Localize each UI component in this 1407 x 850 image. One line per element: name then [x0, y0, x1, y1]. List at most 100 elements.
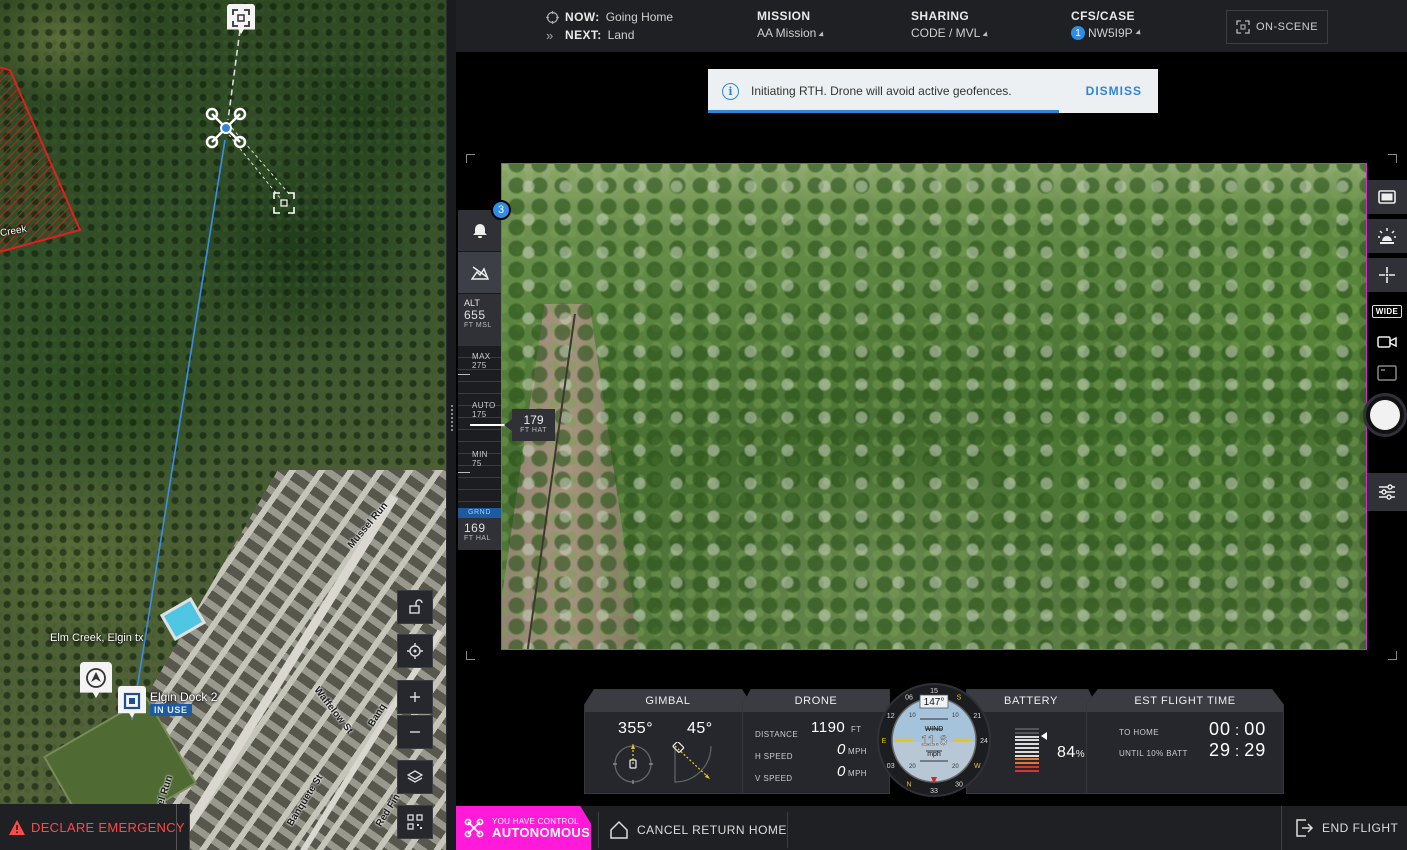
cfs-value: NW5I9P	[1088, 26, 1133, 40]
drone-icon	[464, 818, 484, 838]
battery-bar-segment	[1015, 758, 1039, 761]
picture-in-picture-button[interactable]	[1367, 180, 1407, 214]
on-scene-button[interactable]: ON-SCENE	[1226, 10, 1328, 44]
declare-emergency-button[interactable]: DECLARE EMERGENCY	[0, 804, 190, 850]
declare-emergency-label: DECLARE EMERGENCY	[31, 819, 185, 835]
battery-bar-segment	[1015, 728, 1039, 730]
next-value: Land	[607, 28, 635, 42]
rth-notification: i Initiating RTH. Drone will avoid activ…	[708, 69, 1158, 113]
frame-corner	[1388, 651, 1397, 660]
end-flight-label: END FLIGHT	[1322, 821, 1399, 835]
spotlight-button[interactable]	[1367, 219, 1407, 253]
on-scene-label: ON-SCENE	[1255, 21, 1319, 33]
sharing-label: SHARING	[911, 9, 970, 23]
altitude-strip: 3 ALT 655 FT MSL MAX 275 AUTO 175 MIN 75 GR…	[458, 200, 511, 550]
battery-bar-segment	[1015, 735, 1039, 738]
target-icon	[232, 8, 250, 27]
terrain-toggle-button[interactable]	[458, 252, 501, 294]
heading-value: 147°	[924, 697, 945, 708]
auto-label: AUTO	[472, 401, 496, 410]
frame-corner	[1388, 154, 1397, 163]
map-layers-button[interactable]	[397, 760, 433, 794]
panel-resize-handle[interactable]	[446, 0, 456, 850]
gimbal-heading-value: 355°	[618, 720, 654, 737]
locate-icon	[407, 643, 423, 659]
sharing-value: CODE / MVL	[911, 26, 981, 40]
control-mode-label: AUTONOMOUS	[492, 824, 591, 840]
compass-label: N	[906, 781, 911, 788]
h-speed-unit: MPH	[848, 747, 867, 756]
camera-controls: WIDE	[1363, 180, 1407, 516]
alerts-button[interactable]: 3	[458, 200, 511, 252]
map-locate-button[interactable]	[397, 634, 433, 668]
battery-bar-segment	[1015, 743, 1039, 746]
current-altitude-indicator	[470, 424, 506, 426]
battery-level-gauge	[1015, 728, 1039, 774]
center-gimbal-button[interactable]	[1367, 258, 1407, 292]
zoom-out-button[interactable]	[397, 715, 433, 749]
hat-unit: FT HAT	[520, 427, 547, 434]
scale-tick	[458, 374, 470, 375]
home-waypoint-marker[interactable]	[227, 4, 255, 34]
alt-label: ALT	[464, 298, 480, 308]
distance-unit: FT	[851, 725, 862, 734]
cfs-case-selector[interactable]: CFS/CASE 1 NW5I9P	[1071, 9, 1143, 40]
cancel-return-home-label: CANCEL RETURN HOME	[637, 823, 787, 837]
capture-shutter-button[interactable]	[1363, 393, 1407, 437]
battery-bar-segment	[1015, 750, 1039, 753]
frame-corner	[466, 651, 475, 660]
exit-icon	[1296, 819, 1314, 837]
compass-label: W	[974, 763, 981, 770]
wide-lens-toggle[interactable]: WIDE	[1367, 297, 1407, 325]
photo-mode-button[interactable]	[1367, 359, 1407, 387]
control-mode-indicator[interactable]: YOU HAVE CONTROL AUTONOMOUS	[456, 806, 591, 850]
layers-icon	[407, 770, 423, 783]
altitude-hat-readout: 179 FT HAT	[504, 409, 555, 441]
drone-video-feed[interactable]	[501, 163, 1367, 650]
crosshair-icon	[1379, 267, 1395, 283]
crosshair-icon	[546, 10, 559, 24]
ground-label: GRND	[458, 508, 501, 518]
lock-icon	[409, 599, 423, 614]
dock-label: Elgin Dock 2	[150, 690, 218, 704]
attitude-compass-indicator: 10 10 20 20 147° WIND 11.6 mph 15S2124W3…	[877, 683, 991, 797]
sharing-selector[interactable]: SHARING CODE / MVL	[911, 9, 990, 40]
camera-target-icon	[273, 192, 295, 214]
compass-label: 24	[980, 738, 988, 745]
map-lock-button[interactable]	[397, 590, 433, 624]
pitch-mark: 20	[952, 764, 959, 770]
dock-status-badge: IN USE	[150, 704, 192, 716]
camera-settings-button[interactable]	[1367, 473, 1407, 511]
zoom-in-button[interactable]	[397, 680, 433, 714]
mission-selector[interactable]: MISSION AA Mission	[757, 9, 826, 40]
drone-telemetry-panel: DRONE DISTANCE 1190 FT H SPEED 0 MPH V S…	[742, 689, 890, 794]
battery-bar-segment	[1015, 739, 1039, 742]
dropdown-caret-icon	[818, 31, 826, 39]
wind-value: 11.6	[921, 732, 947, 748]
v-speed-unit: MPH	[848, 769, 867, 778]
hal-unit: FT HAL	[464, 535, 491, 542]
cancel-return-home-button[interactable]: CANCEL RETURN HOME	[598, 812, 788, 848]
h-speed-row: H SPEED 0 MPH	[755, 741, 885, 764]
alerts-count-badge: 3	[491, 200, 511, 220]
map-qr-button[interactable]	[397, 805, 433, 839]
map-panel[interactable]: Creek Mussel Run Waffelow St Banquete St…	[0, 0, 446, 850]
siren-icon	[1378, 228, 1396, 244]
pitch-mark: 10	[952, 713, 959, 719]
dock-icon	[123, 692, 141, 709]
sliders-icon	[1379, 484, 1395, 500]
end-flight-button[interactable]: END FLIGHT	[1281, 806, 1407, 850]
battery-bar-segment	[1015, 754, 1039, 757]
to-home-label: TO HOME	[1119, 728, 1159, 737]
until-batt-minutes: 29	[1209, 740, 1232, 760]
photo-frame-icon	[1377, 365, 1397, 381]
focus-frame-icon	[1236, 20, 1250, 34]
scale-tick	[458, 472, 470, 473]
dismiss-button[interactable]: DISMISS	[1086, 84, 1142, 98]
battery-bar-segment	[1015, 746, 1039, 749]
video-mode-button[interactable]	[1367, 328, 1407, 356]
hat-value: 179	[523, 413, 544, 427]
home-location-marker[interactable]	[80, 662, 112, 698]
compass-label: 15	[930, 688, 938, 695]
drone-position-icon[interactable]	[204, 106, 248, 150]
